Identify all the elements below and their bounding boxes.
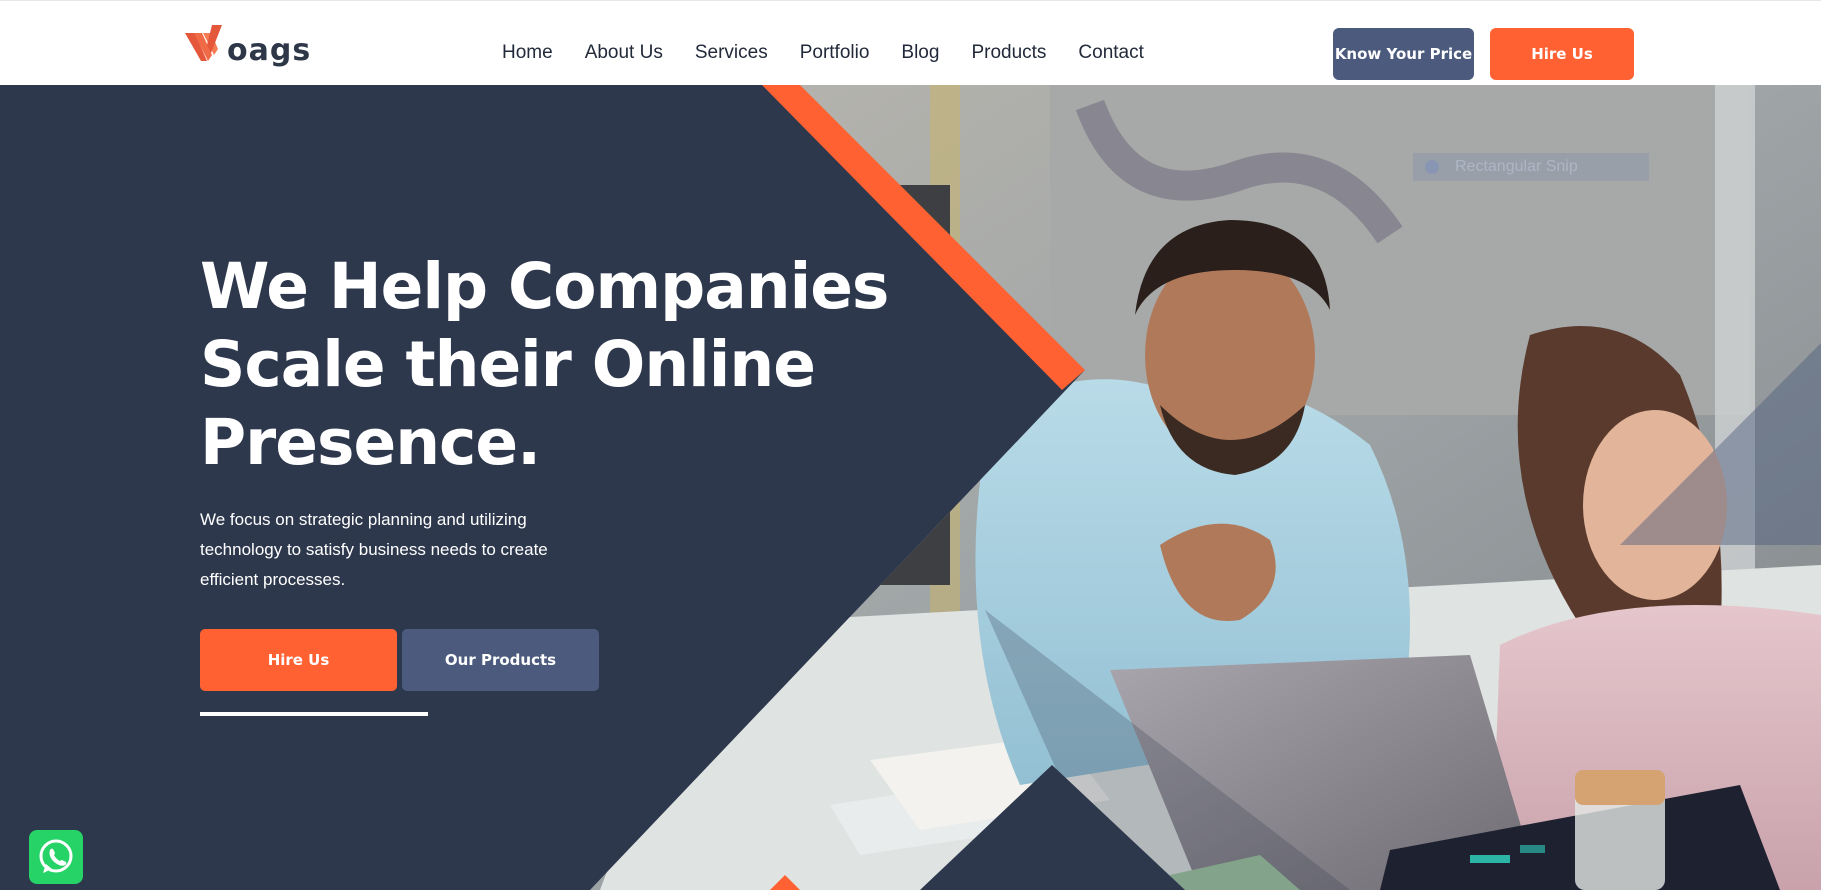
- nav-products[interactable]: Products: [971, 41, 1046, 65]
- site-header: oags Home About Us Services Portfolio Bl…: [0, 0, 1821, 85]
- hero-section: We Help Companies Scale their Online Pre…: [0, 85, 1821, 890]
- nav-blog[interactable]: Blog: [901, 41, 939, 65]
- nav-about-us[interactable]: About Us: [585, 41, 663, 65]
- our-products-button[interactable]: Our Products: [402, 629, 599, 691]
- main-nav: Home About Us Services Portfolio Blog Pr…: [502, 41, 1176, 65]
- hero-underline-divider: [200, 712, 428, 716]
- nav-services[interactable]: Services: [695, 41, 768, 65]
- nav-home[interactable]: Home: [502, 41, 553, 65]
- rectangular-snip-overlay: Rectangular Snip: [1413, 153, 1649, 181]
- whatsapp-icon: [39, 839, 73, 873]
- know-your-price-button[interactable]: Know Your Price: [1333, 28, 1474, 80]
- hero-background-image: [590, 85, 1821, 890]
- snip-label-text: Rectangular Snip: [1455, 158, 1578, 175]
- whatsapp-chat-button[interactable]: [29, 830, 83, 884]
- snip-icon: [1425, 160, 1439, 174]
- nav-portfolio[interactable]: Portfolio: [800, 41, 870, 65]
- hero-description: We focus on strategic planning and utili…: [200, 510, 548, 589]
- site-logo[interactable]: oags: [185, 21, 310, 71]
- hire-us-header-button[interactable]: Hire Us: [1490, 28, 1634, 80]
- nav-contact[interactable]: Contact: [1078, 41, 1143, 65]
- hire-us-button[interactable]: Hire Us: [200, 629, 397, 691]
- logo-wordmark: oags: [227, 33, 312, 68]
- hero-headline: We Help Companies Scale their Online Pre…: [200, 250, 889, 479]
- logo-mark-icon: [185, 25, 222, 61]
